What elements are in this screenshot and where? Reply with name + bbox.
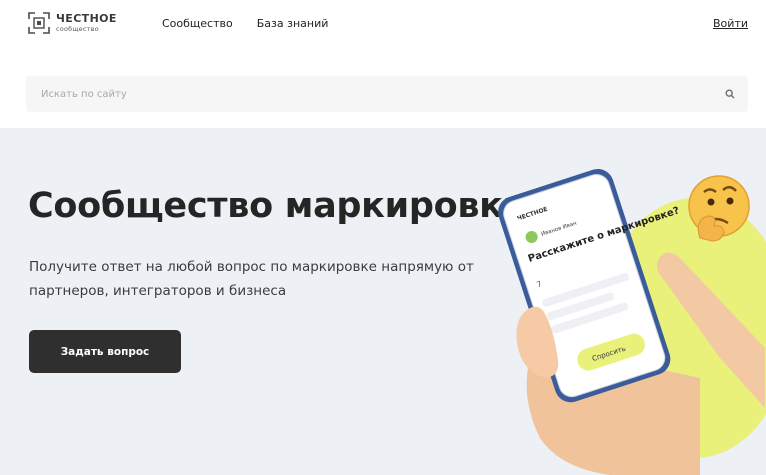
top-header: ЧЕСТНОЕ сообщество Сообщество База знани… [0,0,766,62]
nav-link-community[interactable]: Сообщество [162,17,233,30]
hero-illustration: ЧЕСТНОЕ Иванов Иван Расскажите о маркиро… [498,169,766,475]
hero-subtitle: Получите ответ на любой вопрос по маркир… [29,259,474,299]
search-icon[interactable] [725,89,735,99]
ask-question-button[interactable]: Задать вопрос [29,330,181,373]
nav-link-knowledge-base[interactable]: База знаний [257,17,329,30]
hero-section: Сообщество маркировки Получите ответ на … [0,128,766,475]
logo-icon [28,12,50,34]
logo-subtitle: сообщество [56,25,99,34]
hero-title: Сообщество маркировки [28,186,527,226]
main-nav: Сообщество База знаний [162,17,328,30]
search-input[interactable] [41,76,691,112]
search-bar [26,76,748,112]
logo[interactable]: ЧЕСТНОЕ сообщество [27,11,117,35]
logo-title: ЧЕСТНОЕ [56,12,117,26]
login-link[interactable]: Войти [713,17,748,30]
